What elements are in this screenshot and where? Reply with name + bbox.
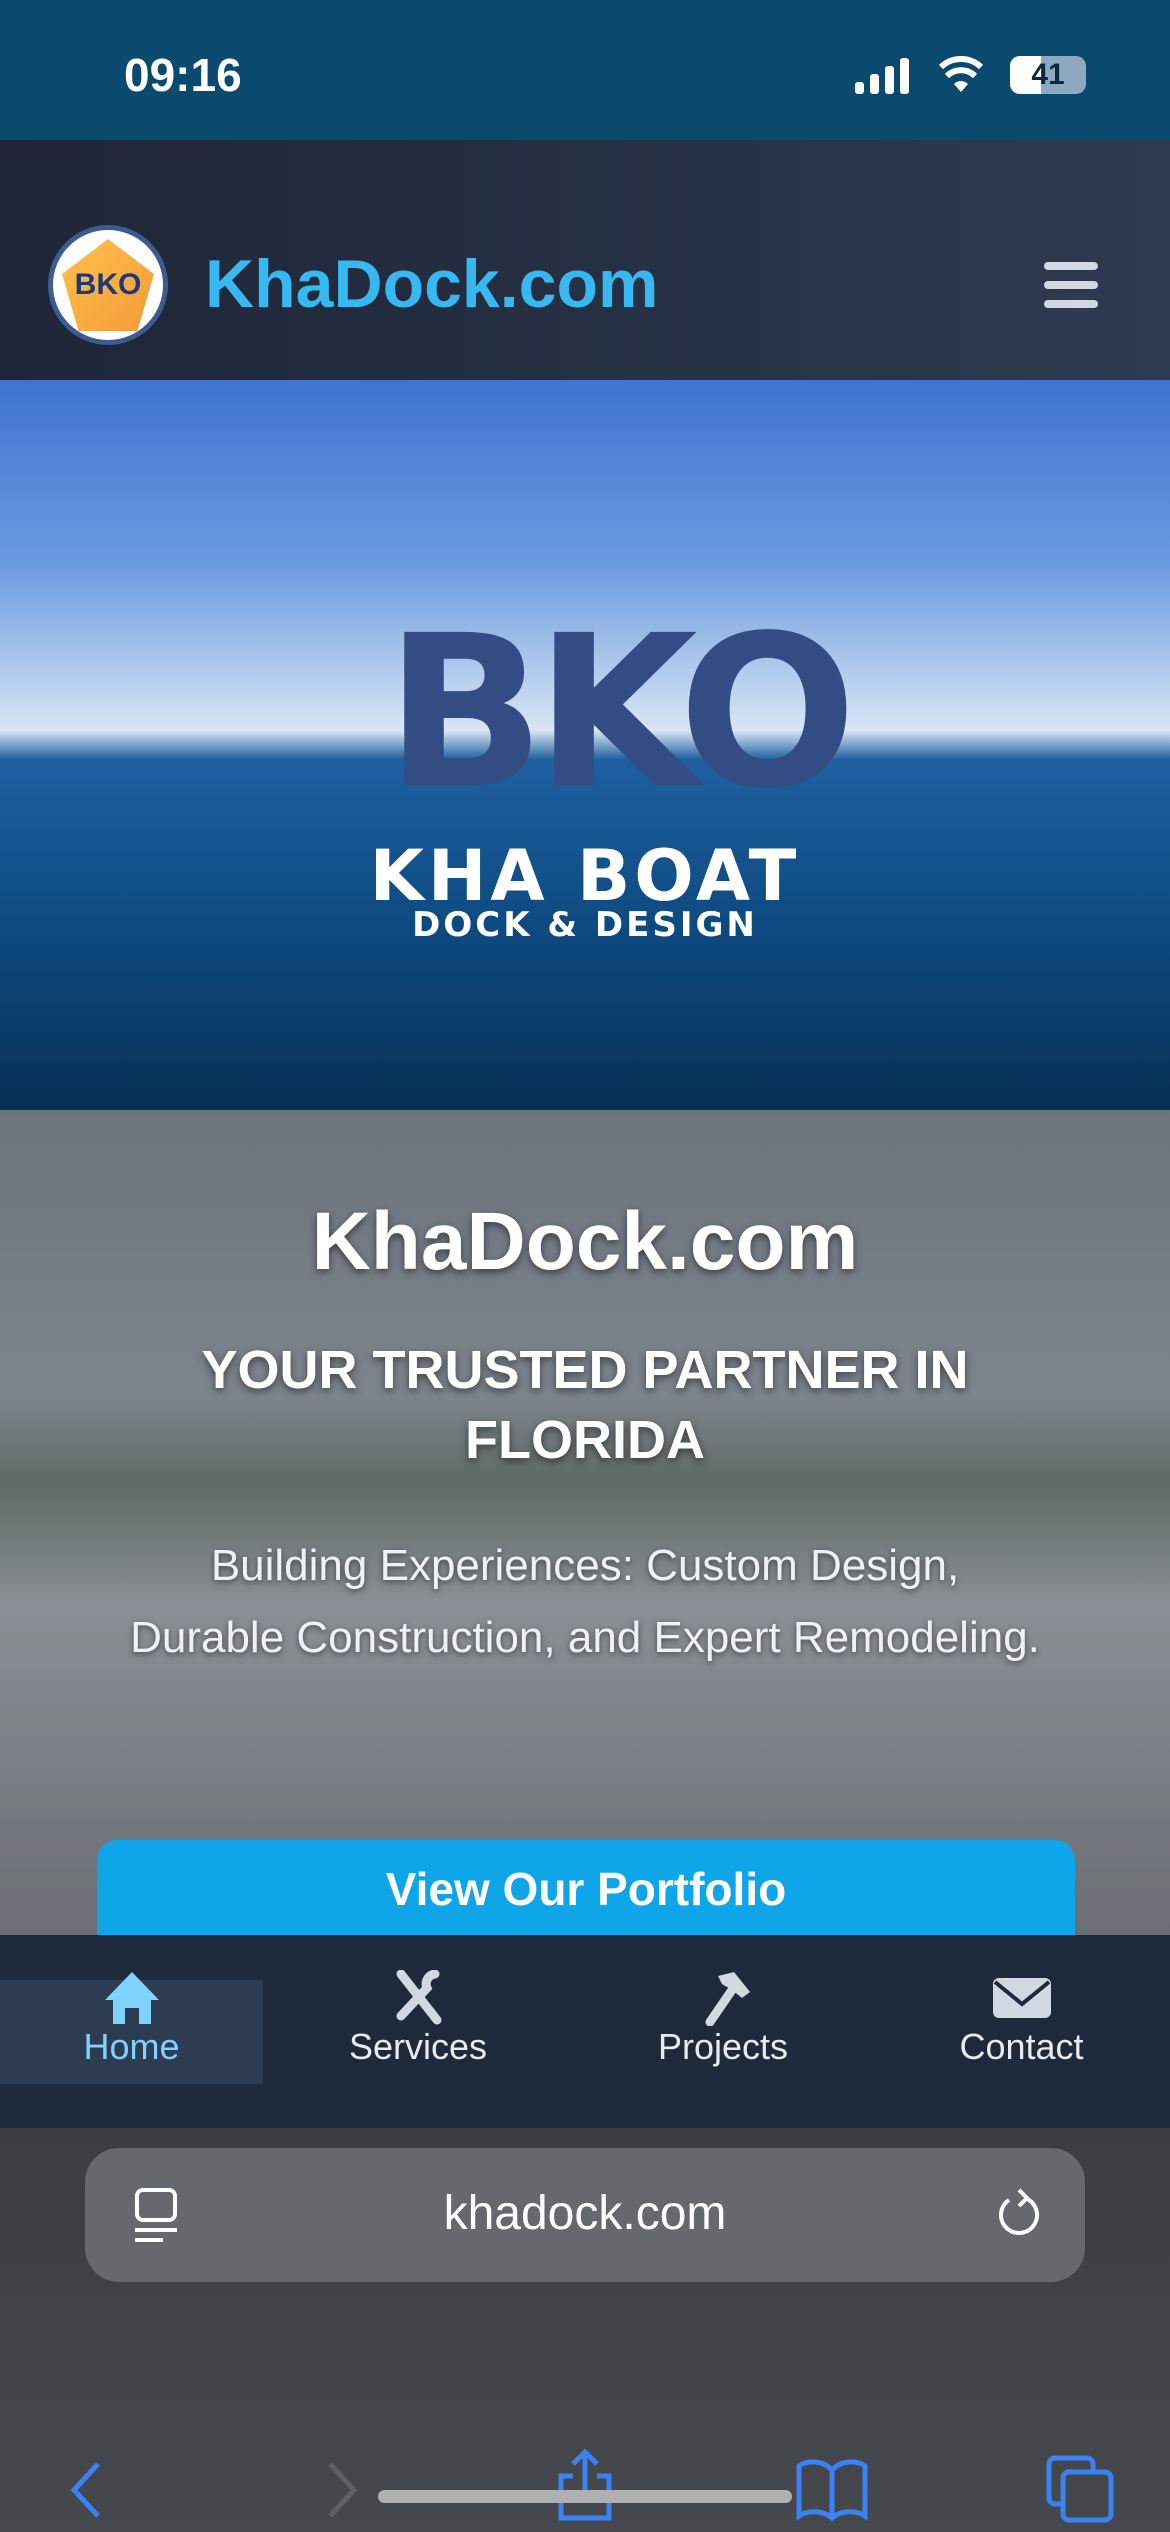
tabs-icon[interactable] bbox=[1045, 2454, 1115, 2524]
cellular-signal-icon bbox=[855, 58, 909, 94]
wifi-icon bbox=[938, 56, 984, 92]
hero-banner: BKO KHA BOAT DOCK & DESIGN bbox=[0, 380, 1170, 1110]
intro-section: KhaDock.com YOUR TRUSTED PARTNER IN FLOR… bbox=[0, 1110, 1170, 1940]
nav-projects[interactable]: Projects bbox=[573, 1972, 873, 2084]
intro-subtitle: YOUR TRUSTED PARTNER IN FLORIDA bbox=[201, 1340, 969, 1470]
nav-contact[interactable]: Contact bbox=[873, 1978, 1170, 2084]
hammer-icon bbox=[705, 1972, 750, 2026]
forward-icon[interactable] bbox=[320, 2460, 360, 2520]
hamburger-icon[interactable] bbox=[1044, 262, 1098, 308]
nav-services[interactable]: Services bbox=[263, 1970, 573, 2084]
browser-toolbar: khadock.com bbox=[0, 2128, 1170, 2532]
brand-name[interactable]: KhaDock.com bbox=[205, 245, 658, 323]
nav-home[interactable]: Home bbox=[0, 1972, 263, 2084]
url-text[interactable]: khadock.com bbox=[85, 2186, 1085, 2241]
bookmarks-icon[interactable] bbox=[795, 2458, 869, 2522]
bottom-nav: Home Services Projects Contact bbox=[0, 1935, 1170, 2128]
clock: 09:16 bbox=[124, 49, 242, 101]
address-bar[interactable]: khadock.com bbox=[85, 2148, 1085, 2282]
view-portfolio-button[interactable]: View Our Portfolio bbox=[97, 1840, 1075, 1940]
intro-title: KhaDock.com bbox=[311, 1196, 859, 1287]
home-icon bbox=[104, 1972, 159, 2024]
battery-icon: 41 bbox=[1010, 56, 1086, 94]
hero-logo-subtitle: DOCK & DESIGN bbox=[412, 905, 758, 945]
intro-description: Building Experiences: Custom Design, Dur… bbox=[130, 1541, 1040, 1662]
site-logo[interactable]: BKO bbox=[48, 225, 168, 345]
reload-icon[interactable] bbox=[995, 2188, 1041, 2244]
tools-icon bbox=[396, 1970, 442, 2025]
share-icon[interactable] bbox=[555, 2448, 615, 2522]
envelope-icon bbox=[992, 1978, 1051, 2018]
status-bar: 09:16 41 bbox=[0, 0, 1170, 140]
hero-logo-mark: BKO bbox=[385, 590, 857, 835]
home-indicator[interactable] bbox=[378, 2490, 792, 2503]
back-icon[interactable] bbox=[68, 2460, 108, 2520]
